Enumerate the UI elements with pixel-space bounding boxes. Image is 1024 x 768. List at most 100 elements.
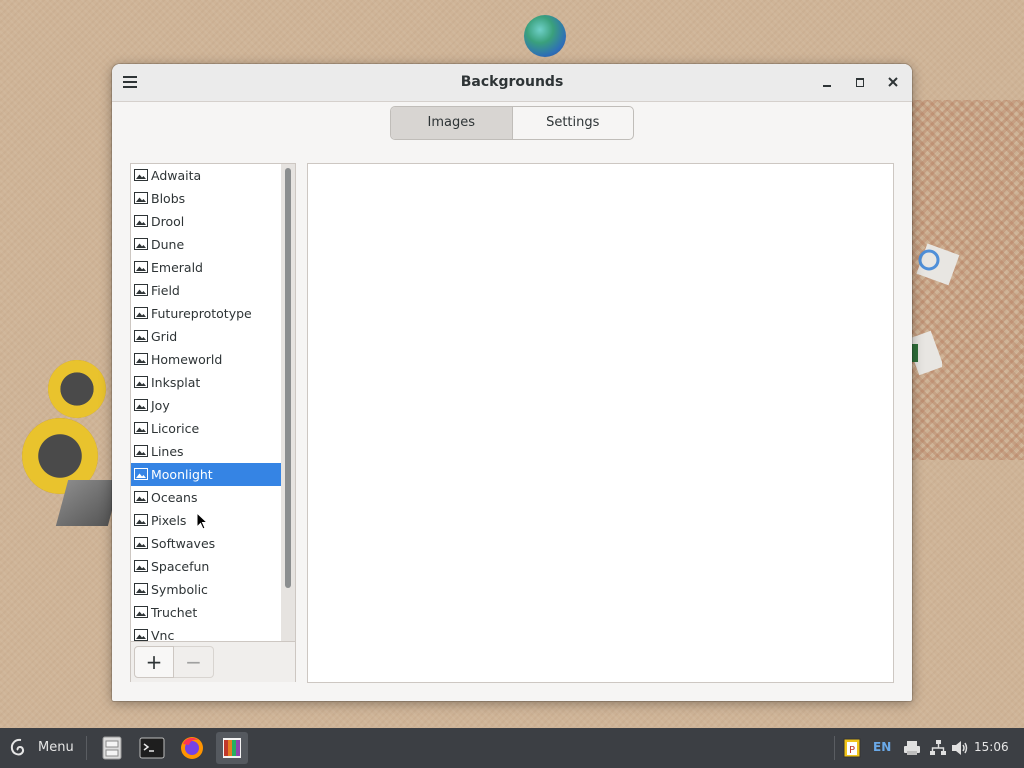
list-item[interactable]: Dune [131, 233, 281, 256]
clipboard-icon[interactable]: P [842, 738, 862, 758]
tab-images[interactable]: Images [391, 107, 513, 139]
image-file-icon [134, 629, 148, 641]
list-item-label: Homeworld [151, 352, 223, 367]
image-file-icon [134, 330, 148, 342]
desktop: Backgrounds Images Settings Adwaita Blobs… [0, 0, 1024, 768]
list-item[interactable]: Softwaves [131, 532, 281, 555]
list-item[interactable]: Adwaita [131, 164, 281, 187]
scrollbar-thumb[interactable] [285, 168, 291, 588]
list-item[interactable]: Vnc [131, 624, 281, 641]
list-item-label: Futureprototype [151, 306, 252, 321]
list-item[interactable]: Futureprototype [131, 302, 281, 325]
list-item-label: Vnc [151, 628, 175, 641]
image-file-icon [134, 261, 148, 273]
list-item[interactable]: Moonlight [131, 463, 281, 486]
wallpaper-magnifier-icon [916, 243, 960, 286]
image-file-icon [134, 307, 148, 319]
list-item-label: Adwaita [151, 168, 202, 183]
list-item-label: Truchet [151, 605, 198, 620]
list-item-label: Blobs [151, 191, 186, 206]
image-file-icon [134, 514, 148, 526]
svg-text:P: P [849, 745, 855, 756]
list-item[interactable]: Truchet [131, 601, 281, 624]
image-file-icon [134, 606, 148, 618]
list-item[interactable]: Blobs [131, 187, 281, 210]
taskbar: Menu P EN 15:06 [0, 728, 1024, 768]
wallpaper-sunflower-icon [48, 360, 106, 418]
start-menu-label: Menu [38, 740, 74, 755]
window-titlebar[interactable]: Backgrounds [112, 64, 912, 102]
wallpaper-book-icon [912, 330, 942, 376]
list-item-label: Drool [151, 214, 185, 229]
tab-settings[interactable]: Settings [513, 107, 634, 139]
list-item-label: Inksplat [151, 375, 201, 390]
list-item-label: Joy [151, 398, 170, 413]
wallpaper-globe-icon [524, 15, 566, 57]
wallpaper-pot-icon [55, 480, 121, 526]
list-item-label: Grid [151, 329, 178, 344]
tab-switcher: Images Settings [390, 106, 634, 140]
network-icon[interactable] [928, 738, 948, 758]
start-menu-button[interactable]: Menu [4, 732, 80, 764]
list-item[interactable]: Emerald [131, 256, 281, 279]
image-file-icon [134, 445, 148, 457]
list-item-label: Oceans [151, 490, 198, 505]
list-item-label: Softwaves [151, 536, 216, 551]
list-item[interactable]: Field [131, 279, 281, 302]
remove-background-button[interactable]: − [174, 646, 214, 678]
list-item[interactable]: Symbolic [131, 578, 281, 601]
window-title: Backgrounds [460, 74, 564, 90]
list-item[interactable]: Homeworld [131, 348, 281, 371]
clock[interactable]: 15:06 [974, 740, 1009, 754]
list-item-label: Lines [151, 444, 184, 459]
terminal-icon[interactable] [136, 732, 168, 764]
list-item[interactable]: Inksplat [131, 371, 281, 394]
list-scrollbar[interactable] [281, 164, 295, 641]
image-file-icon [134, 537, 148, 549]
image-file-icon [134, 238, 148, 250]
backgrounds-list: Adwaita Blobs Drool Dune Emerald Field Futurep… [131, 164, 281, 641]
taskbar-separator [86, 736, 87, 760]
image-file-icon [134, 422, 148, 434]
image-file-icon [134, 583, 148, 595]
list-item-label: Pixels [151, 513, 187, 528]
backgrounds-app-icon[interactable] [216, 732, 248, 764]
list-item[interactable]: Oceans [131, 486, 281, 509]
minimize-icon[interactable] [818, 73, 836, 91]
list-item-label: Field [151, 283, 180, 298]
list-toolbar: + − [131, 641, 295, 682]
image-file-icon [134, 215, 148, 227]
image-file-icon [134, 491, 148, 503]
image-file-icon [134, 376, 148, 388]
list-item-label: Spacefun [151, 559, 210, 574]
list-item-label: Dune [151, 237, 185, 252]
file-manager-icon[interactable] [96, 732, 128, 764]
list-item-label: Licorice [151, 421, 200, 436]
image-file-icon [134, 192, 148, 204]
volume-icon[interactable] [950, 738, 970, 758]
printer-icon[interactable] [902, 738, 922, 758]
backgrounds-list-panel: Adwaita Blobs Drool Dune Emerald Field Futurep… [130, 163, 296, 682]
image-file-icon [134, 468, 148, 480]
keyboard-layout-indicator[interactable]: EN [873, 740, 891, 754]
maximize-icon[interactable] [851, 73, 869, 91]
backgrounds-window: Backgrounds Images Settings Adwaita Blobs… [112, 64, 912, 701]
add-background-button[interactable]: + [134, 646, 174, 678]
list-item[interactable]: Joy [131, 394, 281, 417]
close-icon[interactable] [884, 73, 902, 91]
list-item[interactable]: Grid [131, 325, 281, 348]
debian-swirl-icon [10, 738, 25, 756]
list-item-label: Emerald [151, 260, 203, 275]
list-item[interactable]: Licorice [131, 417, 281, 440]
list-item[interactable]: Spacefun [131, 555, 281, 578]
tray-separator [834, 736, 835, 760]
image-file-icon [134, 284, 148, 296]
background-preview [307, 163, 894, 683]
list-item-label: Symbolic [151, 582, 208, 597]
list-item-label: Moonlight [151, 467, 213, 482]
image-file-icon [134, 353, 148, 365]
list-item[interactable]: Drool [131, 210, 281, 233]
firefox-icon[interactable] [176, 732, 208, 764]
image-file-icon [134, 169, 148, 181]
list-item[interactable]: Lines [131, 440, 281, 463]
